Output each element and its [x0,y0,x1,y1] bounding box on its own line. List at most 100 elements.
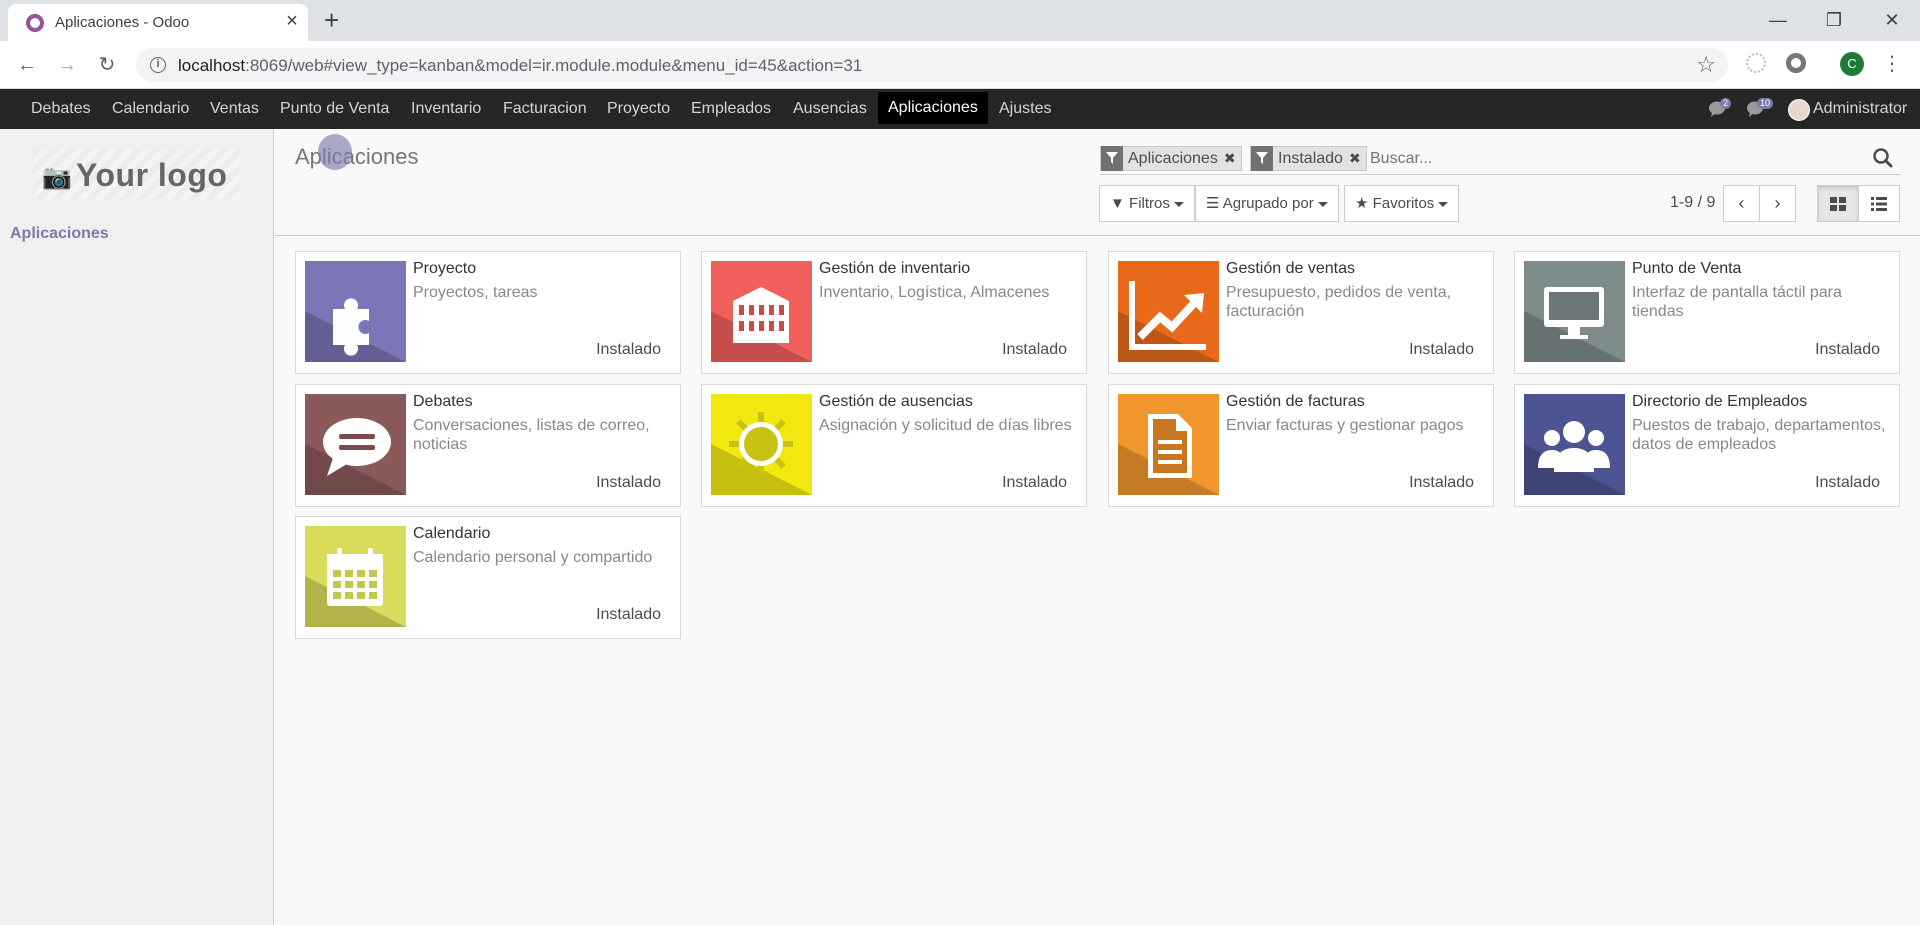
pager-value[interactable]: 1-9 / 9 [1670,194,1715,212]
app-summary: Interfaz de pantalla táctil para tiendas [1632,284,1842,320]
menu-facturacion[interactable]: Facturacion [493,89,597,129]
app-name: Punto de Venta [1632,260,1742,277]
app-card[interactable]: Gestión de facturas Enviar facturas y ge… [1108,384,1494,507]
app-card[interactable]: Gestión de ventas Presupuesto, pedidos d… [1108,251,1494,374]
search-facet[interactable]: Aplicaciones ✖ [1100,146,1242,171]
app-summary: Conversaciones, listas de correo, notici… [413,417,650,453]
star-icon: ★ [1355,195,1369,212]
browser-tab[interactable]: Aplicaciones - Odoo × [8,4,308,41]
app-status: Instalado [1815,474,1880,491]
menu-punto-de-venta[interactable]: Punto de Venta [270,89,399,129]
caret-down-icon [1317,201,1328,207]
favorites-label: Favoritos [1372,195,1435,212]
user-menu[interactable]: Administrator [1813,89,1907,129]
app-icon [1118,261,1219,362]
new-tab-icon[interactable]: + [324,7,339,33]
url-text[interactable]: localhost:8069/web#view_type=kanban&mode… [178,56,862,76]
site-info-icon[interactable]: i [150,57,166,73]
odoo-main-navbar: Debates Calendario Ventas Punto de Venta… [0,89,1920,129]
menu-proyecto[interactable]: Proyecto [597,89,680,129]
list-icon [1871,197,1887,211]
menu-inventario[interactable]: Inventario [401,89,491,129]
app-card[interactable]: Proyecto Proyectos, tareas Instalado [295,251,681,374]
app-status: Instalado [596,474,661,491]
filter-icon: ▼ [1110,195,1125,212]
filters-label: Filtros [1129,195,1170,212]
app-card[interactable]: Gestión de ausencias Asignación y solici… [701,384,1087,507]
app-card[interactable]: Calendario Calendario personal y compart… [295,516,681,639]
sidebar: 📷 Your logo Aplicaciones [0,129,274,925]
address-bar[interactable]: i localhost:8069/web#view_type=kanban&mo… [136,48,1728,82]
app-status: Instalado [1002,474,1067,491]
app-status: Instalado [596,606,661,623]
app-summary: Proyectos, tareas [413,284,538,301]
search-facet[interactable]: Instalado ✖ [1250,146,1367,171]
list-view-button[interactable] [1858,185,1900,222]
menu-ajustes[interactable]: Ajustes [989,89,1061,129]
forward-icon[interactable]: → [53,51,81,79]
app-icon [305,394,406,495]
camera-icon: 📷 [42,164,72,191]
app-name: Gestión de ausencias [819,393,973,410]
search-icon[interactable] [1872,147,1894,169]
profile-avatar[interactable]: C [1840,52,1864,76]
app-icon [1524,394,1625,495]
user-avatar[interactable] [1788,99,1810,121]
caret-down-icon [1173,201,1184,207]
menu-aplicaciones[interactable]: Aplicaciones [878,92,988,124]
bookmark-star-icon[interactable]: ☆ [1696,52,1716,78]
menu-ventas[interactable]: Ventas [200,89,269,129]
app-status: Instalado [596,341,661,358]
bars-icon: ☰ [1206,195,1220,212]
search-view: Aplicaciones ✖ Instalado ✖ [1100,143,1900,175]
kanban-view-button[interactable] [1817,185,1859,222]
menu-calendario[interactable]: Calendario [102,89,199,129]
filters-button[interactable]: ▼ Filtros [1099,185,1195,222]
pager-next-icon[interactable]: › [1759,185,1796,222]
company-logo[interactable]: 📷 Your logo [34,149,240,199]
app-card[interactable]: Directorio de Empleados Puestos de traba… [1514,384,1900,507]
facet-remove-icon[interactable]: ✖ [1224,150,1241,167]
sun-icon [711,394,812,495]
calendar-icon [305,526,406,627]
extension-record-icon[interactable] [1786,53,1806,73]
app-name: Directorio de Empleados [1632,393,1808,410]
search-input[interactable] [1370,147,1850,171]
menu-ausencias[interactable]: Ausencias [783,89,877,129]
browser-menu-icon[interactable]: ⋮ [1882,51,1902,77]
app-summary: Presupuesto, pedidos de venta, facturaci… [1226,284,1452,320]
warehouse-icon [711,261,812,362]
app-name: Gestión de inventario [819,260,971,277]
people-icon [1524,394,1625,495]
facet-remove-icon[interactable]: ✖ [1349,150,1366,167]
minimize-icon[interactable]: — [1758,4,1798,36]
back-icon[interactable]: ← [13,51,41,79]
breadcrumb: Aplicaciones [295,144,419,169]
app-card[interactable]: Gestión de inventario Inventario, Logíst… [701,251,1087,374]
menu-empleados[interactable]: Empleados [681,89,781,129]
reload-icon[interactable]: ↻ [93,51,121,79]
app-card[interactable]: Punto de Venta Interfaz de pantalla táct… [1514,251,1900,374]
menu-debates[interactable]: Debates [21,89,101,129]
app-icon [305,526,406,627]
favorites-button[interactable]: ★ Favoritos [1344,185,1460,222]
group-by-button[interactable]: ☰ Agrupado por [1195,185,1339,222]
restore-icon[interactable]: ❐ [1814,4,1854,36]
app-status: Instalado [1409,341,1474,358]
filter-icon [1251,146,1273,171]
tab-close-icon[interactable]: × [282,11,302,31]
messaging-systray[interactable]: 2 [1708,98,1736,119]
browser-toolbar: ← → ↻ i localhost:8069/web#view_type=kan… [0,41,1920,89]
app-icon [305,261,406,362]
extension-icon[interactable] [1746,53,1766,73]
activity-systray[interactable]: 10 [1746,98,1780,119]
pager-previous-icon[interactable]: ‹ [1723,185,1760,222]
app-card[interactable]: Debates Conversaciones, listas de correo… [295,384,681,507]
app-summary: Asignación y solicitud de días libres [819,417,1072,434]
sidebar-item-aplicaciones[interactable]: Aplicaciones [10,225,109,243]
caret-down-icon [1438,201,1449,207]
facet-value: Instalado [1278,149,1343,167]
app-status: Instalado [1002,341,1067,358]
browser-tabbar: Aplicaciones - Odoo × + — ❐ ✕ [0,0,1920,41]
window-close-icon[interactable]: ✕ [1872,4,1912,36]
